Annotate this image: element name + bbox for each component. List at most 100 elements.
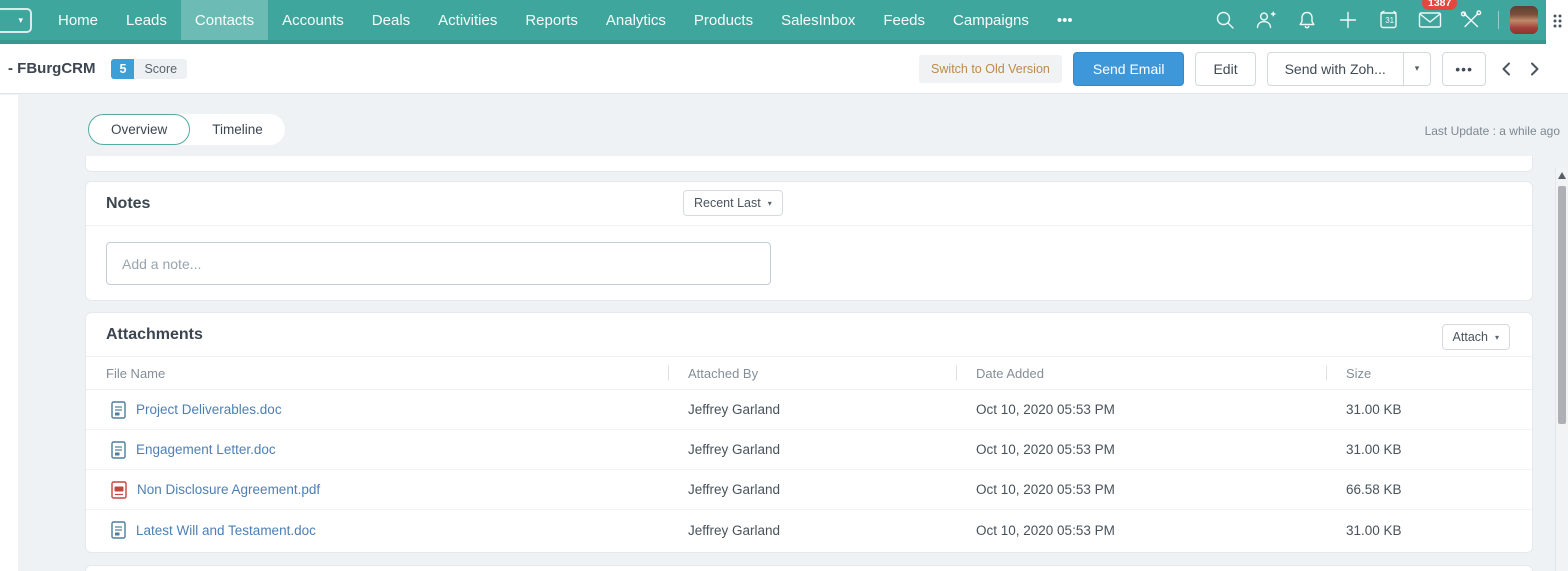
next-card-edge [85, 565, 1533, 571]
switch-to-old-version-button[interactable]: Switch to Old Version [919, 54, 1062, 83]
nav-item-label: Feeds [883, 11, 926, 29]
nav-item-label: Campaigns [953, 11, 1029, 29]
tab-overview-label: Overview [111, 122, 168, 137]
attach-label: Attach [1452, 330, 1488, 344]
nav-item-label: Reports [525, 11, 578, 29]
nav-item[interactable]: SalesInbox [767, 0, 869, 40]
attachment-size: 66.58 KB [1346, 482, 1402, 497]
attachment-attached-by: Jeffrey Garland [688, 522, 781, 538]
chevron-left-icon [1502, 62, 1510, 75]
score-value: 5 [111, 58, 135, 79]
attachment-date-added: Oct 10, 2020 05:53 PM [976, 402, 1115, 417]
last-update-text: Last Update : a while ago [1424, 124, 1560, 138]
nav-item[interactable]: Analytics [592, 0, 680, 40]
attachments-header: Attachments Attach ▾ [86, 313, 1532, 357]
doc-file-icon [111, 521, 126, 539]
user-avatar[interactable] [1510, 6, 1538, 34]
tools-icon[interactable] [1454, 5, 1487, 35]
nav-item-label: Analytics [605, 11, 666, 29]
plus-icon[interactable] [1331, 5, 1364, 35]
pdf-file-icon [111, 480, 127, 499]
attachment-size: 31.00 KB [1346, 402, 1402, 417]
previous-card-edge [85, 156, 1533, 172]
attach-dropdown-button[interactable]: Attach ▾ [1441, 324, 1510, 350]
previous-record-button[interactable] [1497, 60, 1515, 78]
column-header-file-name: File Name [106, 365, 166, 381]
send-with-zoho-split-button: Send with Zoh... ▾ [1266, 51, 1432, 86]
tab-timeline[interactable]: Timeline [190, 122, 285, 137]
nav-item-label: SalesInbox [781, 11, 856, 29]
next-record-button[interactable] [1526, 60, 1544, 78]
module-nav: Home Leads Contacts Accounts Deals Activ… [44, 0, 1087, 40]
caret-down-icon: ▾ [767, 198, 772, 208]
calendar-day-number: 31 [1385, 16, 1394, 25]
send-with-zoho-dropdown[interactable]: ▾ [1402, 52, 1431, 85]
org-dropdown-button[interactable]: ▾ [0, 8, 32, 33]
attachment-file-link[interactable]: Project Deliverables.doc [136, 402, 282, 417]
column-header-size: Size [1326, 366, 1532, 381]
nav-item[interactable]: Home [44, 0, 112, 40]
scroll-up-arrow-icon[interactable] [1558, 172, 1566, 179]
nav-item[interactable]: Activities [424, 0, 511, 40]
attachment-size: 31.00 KB [1346, 522, 1402, 538]
edit-button[interactable]: Edit [1195, 51, 1256, 86]
attachment-date-added: Oct 10, 2020 05:53 PM [976, 522, 1115, 538]
notes-header: Notes Recent Last ▾ [86, 182, 1532, 226]
left-edge-strip [0, 95, 18, 571]
send-with-zoho-button[interactable]: Send with Zoh... [1268, 53, 1403, 85]
nav-item[interactable]: Contacts [180, 0, 269, 40]
scrollbar-thumb[interactable] [1558, 186, 1566, 424]
nav-action-icons: 31 1387 [1208, 0, 1546, 40]
vertical-scrollbar[interactable] [1555, 168, 1568, 571]
file-type-icon [111, 480, 127, 499]
mail-icon[interactable]: 1387 [1413, 0, 1458, 35]
attachment-file-cell: Non Disclosure Agreement.pdf [86, 480, 668, 499]
more-actions-button[interactable]: ••• [1442, 51, 1486, 86]
nav-item[interactable]: Campaigns [939, 0, 1043, 40]
attachment-size: 31.00 KB [1346, 442, 1402, 457]
nav-item[interactable]: Feeds [869, 0, 939, 40]
calendar-icon[interactable]: 31 [1372, 5, 1405, 35]
bell-icon[interactable] [1290, 5, 1323, 35]
file-type-icon [111, 440, 126, 459]
attachment-file-link[interactable]: Latest Will and Testament.doc [136, 523, 316, 538]
attachments-table-header: File Name Attached By Date Added Size [86, 357, 1532, 390]
nav-item-label: Contacts [194, 11, 255, 29]
nav-item-label: Activities [438, 11, 498, 29]
attachment-file-link[interactable]: Engagement Letter.doc [136, 442, 276, 457]
add-user-icon[interactable] [1249, 5, 1282, 35]
nav-item-label: Products [693, 11, 754, 29]
nav-item[interactable]: ••• [1043, 0, 1087, 40]
nav-item[interactable]: Deals [358, 0, 424, 40]
score-badge[interactable]: 5 Score [111, 58, 188, 79]
nav-item-label: Leads [126, 11, 167, 29]
attachment-file-cell: Engagement Letter.doc [86, 440, 668, 459]
chevron-down-icon: ▾ [18, 15, 23, 25]
nav-item-label: Accounts [282, 11, 344, 29]
doc-file-icon [111, 400, 126, 419]
notes-sort-label: Recent Last [694, 196, 761, 210]
attachment-attached-by: Jeffrey Garland [688, 442, 781, 457]
score-label: Score [134, 58, 188, 79]
notes-sort-dropdown[interactable]: Recent Last ▾ [683, 190, 783, 216]
file-type-icon [111, 521, 126, 539]
attachments-title: Attachments [106, 325, 203, 343]
attachment-file-cell: Project Deliverables.doc [86, 400, 668, 419]
nav-item[interactable]: Products [680, 0, 767, 40]
add-note-input[interactable] [106, 242, 771, 285]
record-action-bar: - FBurgCRM 5 Score Switch to Old Version… [0, 44, 1568, 94]
doc-file-icon [111, 440, 126, 459]
grip-dots-icon[interactable] [1552, 13, 1563, 29]
attachment-row: Latest Will and Testament.doc Jeffrey Ga… [86, 510, 1532, 550]
search-icon[interactable] [1208, 5, 1241, 35]
attachment-date-added: Oct 10, 2020 05:53 PM [976, 482, 1115, 497]
notes-title: Notes [106, 194, 151, 212]
nav-item[interactable]: Accounts [268, 0, 358, 40]
attachment-file-cell: Latest Will and Testament.doc [86, 521, 668, 539]
send-email-button[interactable]: Send Email [1072, 51, 1185, 86]
notes-section: Notes Recent Last ▾ [85, 181, 1533, 301]
attachment-file-link[interactable]: Non Disclosure Agreement.pdf [137, 482, 320, 497]
tab-overview[interactable]: Overview [88, 114, 191, 145]
nav-item[interactable]: Reports [511, 0, 592, 40]
nav-item[interactable]: Leads [112, 0, 181, 40]
